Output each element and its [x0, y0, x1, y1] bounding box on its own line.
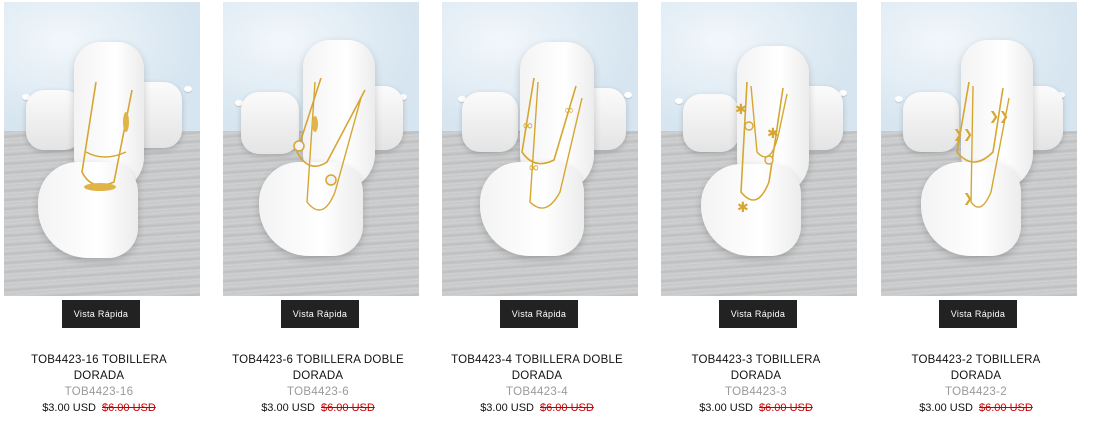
product-price: $3.00 USD $6.00 USD	[219, 400, 417, 416]
svg-text:∞: ∞	[564, 103, 574, 117]
product-image[interactable]	[223, 2, 419, 296]
product-image[interactable]: ❯❯ ❯❯ ❯	[881, 2, 1077, 296]
product-card[interactable]: ∞ ∞ ∞ Vista Rápida TOB4423-4 TOBILLERA D…	[438, 0, 638, 421]
svg-text:❯: ❯	[963, 191, 973, 205]
product-price: $3.00 USD $6.00 USD	[438, 400, 636, 416]
original-price: $6.00 USD	[102, 402, 156, 414]
svg-text:∞: ∞	[528, 160, 540, 176]
product-sku: TOB4423-2	[945, 386, 1007, 398]
sale-price: $3.00 USD	[699, 402, 753, 414]
svg-text:∞: ∞	[522, 118, 534, 134]
svg-text:✱: ✱	[735, 102, 747, 118]
product-price: $3.00 USD $6.00 USD	[0, 400, 198, 416]
original-price: $6.00 USD	[321, 402, 375, 414]
original-price: $6.00 USD	[540, 402, 594, 414]
product-info: TOB4423-2 TOBILLERA DORADA TOB4423-2 $3.…	[877, 352, 1075, 416]
svg-text:❯❯: ❯❯	[989, 109, 1009, 123]
sale-price: $3.00 USD	[480, 402, 534, 414]
product-price: $3.00 USD $6.00 USD	[657, 400, 855, 416]
product-name[interactable]: TOB4423-6 TOBILLERA DOBLE DORADA	[219, 352, 417, 384]
product-info: TOB4423-16 TOBILLERA DORADA TOB4423-16 $…	[0, 352, 198, 416]
anklet-charm-icon	[293, 77, 366, 211]
original-price: $6.00 USD	[759, 402, 813, 414]
product-info: TOB4423-4 TOBILLERA DOBLE DORADA TOB4423…	[438, 352, 636, 416]
product-image[interactable]	[4, 2, 200, 296]
quick-view-button[interactable]: Vista Rápida	[939, 300, 1017, 328]
product-name[interactable]: TOB4423-4 TOBILLERA DOBLE DORADA	[438, 352, 636, 384]
quick-view-button[interactable]: Vista Rápida	[500, 300, 578, 328]
product-grid: Vista Rápida TOB4423-16 TOBILLERA DORADA…	[0, 0, 1102, 421]
quick-view-button[interactable]: Vista Rápida	[281, 300, 359, 328]
anklet-charm-icon: ✱ ✱ ✱	[735, 81, 788, 216]
svg-text:✱: ✱	[737, 200, 749, 216]
product-price: $3.00 USD $6.00 USD	[877, 400, 1075, 416]
product-info: TOB4423-6 TOBILLERA DOBLE DORADA TOB4423…	[219, 352, 417, 416]
anklet-charm-icon: ∞ ∞ ∞	[521, 77, 583, 209]
product-sku: TOB4423-3	[725, 386, 787, 398]
product-name[interactable]: TOB4423-3 TOBILLERA DORADA	[657, 352, 855, 384]
product-card[interactable]: Vista Rápida TOB4423-16 TOBILLERA DORADA…	[0, 0, 200, 421]
quick-view-button[interactable]: Vista Rápida	[719, 300, 797, 328]
product-sku: TOB4423-4	[506, 386, 568, 398]
original-price: $6.00 USD	[979, 402, 1033, 414]
product-image[interactable]: ✱ ✱ ✱	[661, 2, 857, 296]
product-name[interactable]: TOB4423-2 TOBILLERA DORADA	[877, 352, 1075, 384]
svg-text:✱: ✱	[767, 126, 779, 142]
product-card[interactable]: Vista Rápida TOB4423-6 TOBILLERA DOBLE D…	[219, 0, 419, 421]
sale-price: $3.00 USD	[919, 402, 973, 414]
sale-price: $3.00 USD	[261, 402, 315, 414]
anklet-charm-icon: ❯❯ ❯❯ ❯	[953, 81, 1010, 208]
product-name[interactable]: TOB4423-16 TOBILLERA DORADA	[0, 352, 198, 384]
product-sku: TOB4423-6	[287, 386, 349, 398]
sale-price: $3.00 USD	[42, 402, 96, 414]
product-info: TOB4423-3 TOBILLERA DORADA TOB4423-3 $3.…	[657, 352, 855, 416]
product-card[interactable]: ✱ ✱ ✱ Vista Rápida TOB4423-3 TOBILLERA D…	[657, 0, 857, 421]
product-card[interactable]: ❯❯ ❯❯ ❯ Vista Rápida TOB4423-2 TOBILLERA…	[877, 0, 1077, 421]
quick-view-button[interactable]: Vista Rápida	[62, 300, 140, 328]
anklet-charm-icon	[81, 81, 133, 191]
product-sku: TOB4423-16	[64, 386, 134, 398]
product-image[interactable]: ∞ ∞ ∞	[442, 2, 638, 296]
svg-text:❯❯: ❯❯	[953, 127, 973, 141]
